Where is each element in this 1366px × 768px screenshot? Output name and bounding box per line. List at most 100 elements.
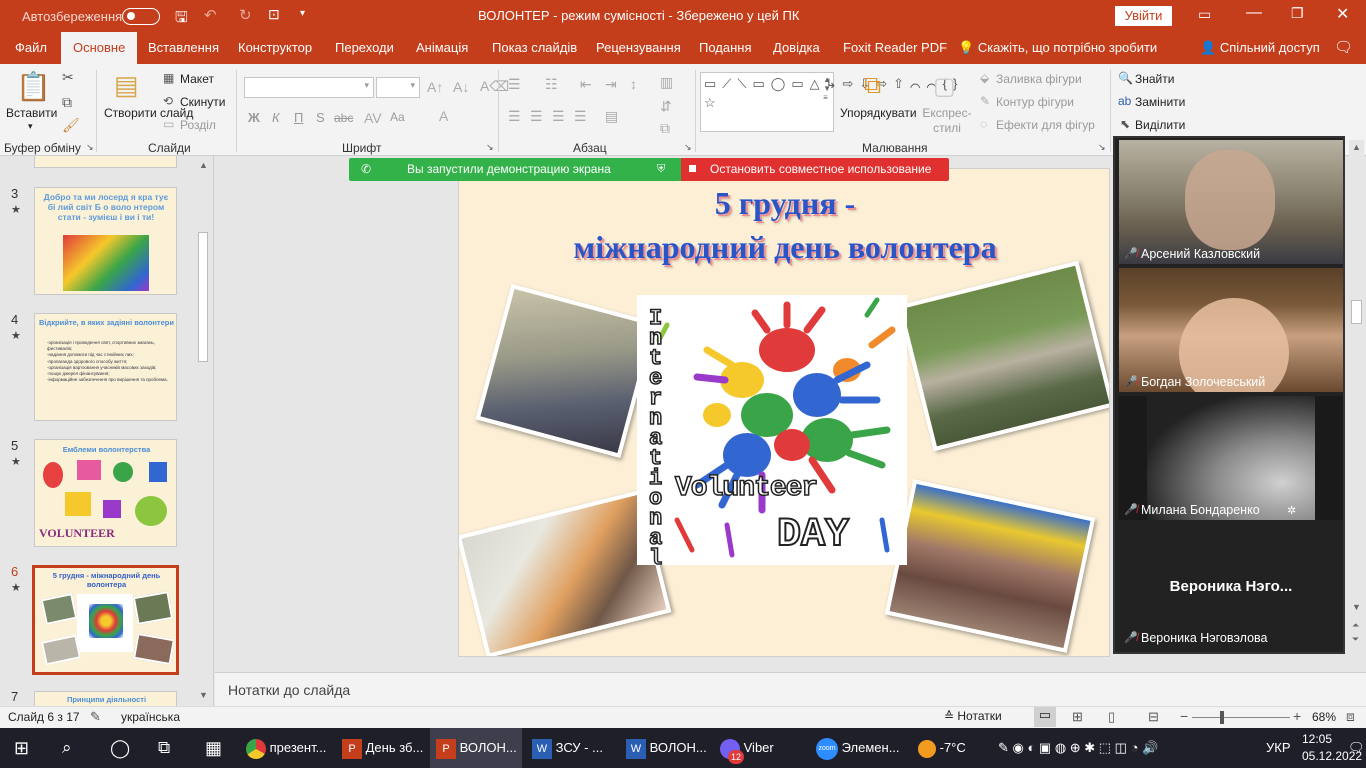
keyboard-language[interactable]: УКР: [1266, 728, 1291, 768]
tray-icons[interactable]: ✎ ◉ ◐ ▣ ◍ ⊕ ✱ ⬚ ◫ ◔ 🔊: [998, 728, 1158, 768]
thumbnail-slide-5[interactable]: Емблеми волонтерства VOLUNTEER: [34, 439, 177, 547]
font-size-select[interactable]: ▾: [376, 77, 420, 98]
minimize-button[interactable]: —: [1246, 4, 1262, 22]
numbering-icon[interactable]: ☷: [545, 76, 558, 93]
increase-indent-icon[interactable]: ⇥: [605, 76, 617, 93]
thumbnail-slide-6-selected[interactable]: 5 грудня - міжнародний день волонтера: [32, 565, 179, 675]
tab-foxit[interactable]: Foxit Reader PDF: [843, 32, 947, 64]
undo-icon[interactable]: ↶: [204, 6, 217, 24]
scrollbar-thumb[interactable]: [198, 232, 208, 362]
layout-button[interactable]: Макет: [180, 72, 214, 86]
present-icon[interactable]: ⊡: [268, 6, 280, 23]
current-slide[interactable]: 5 грудня - міжнародний день волонтера In…: [458, 168, 1110, 657]
font-color-icon[interactable]: A: [439, 108, 448, 124]
tab-help[interactable]: Довідка: [773, 32, 820, 64]
cortana-icon[interactable]: ◯: [110, 728, 130, 768]
bullets-icon[interactable]: ☰: [508, 76, 521, 93]
clock-time[interactable]: 12:05: [1302, 732, 1332, 746]
next-slide-icon[interactable]: ⏷: [1352, 634, 1359, 645]
calculator-icon[interactable]: ▦: [205, 728, 222, 768]
close-button[interactable]: ✕: [1336, 4, 1349, 24]
tab-home[interactable]: Основне: [61, 32, 138, 64]
notes-toggle-button[interactable]: ≙ Нотатки: [944, 709, 1002, 723]
maximize-button[interactable]: ❐: [1291, 5, 1304, 22]
align-left-icon[interactable]: ☰: [508, 108, 521, 125]
text-direction-icon[interactable]: ⇵: [660, 98, 672, 115]
change-case-button[interactable]: Aa: [390, 110, 405, 124]
tab-review[interactable]: Рецензування: [596, 32, 681, 64]
notifications-icon[interactable]: 🗨: [1348, 728, 1365, 768]
section-button[interactable]: Розділ: [180, 118, 216, 132]
zoom-out-button[interactable]: −: [1180, 708, 1188, 724]
find-button[interactable]: Знайти: [1135, 72, 1174, 86]
tab-transitions[interactable]: Переходи: [335, 32, 394, 64]
arrange-icon[interactable]: ⧉: [864, 72, 881, 100]
distribute-icon[interactable]: ▤: [605, 108, 618, 125]
shape-effects-button[interactable]: Ефекти для фігур: [996, 118, 1095, 132]
underline-button[interactable]: П: [294, 110, 303, 125]
line-spacing-icon[interactable]: ↕: [630, 76, 637, 92]
scrollbar-thumb[interactable]: [1351, 300, 1362, 324]
paste-button[interactable]: Вставити: [6, 106, 57, 120]
participant-video-tile[interactable]: 🎤̸ Милана Бондаренко ✲: [1119, 396, 1343, 520]
tab-animations[interactable]: Анімація: [416, 32, 468, 64]
sign-in-button[interactable]: Увійти: [1115, 6, 1172, 26]
smartart-icon[interactable]: ⧉: [660, 120, 670, 137]
taskbar-zoom[interactable]: zoom Элемен...: [812, 728, 904, 768]
scroll-up-icon[interactable]: ▲: [1352, 142, 1361, 152]
select-button[interactable]: Виділити: [1135, 118, 1185, 132]
task-view-icon[interactable]: ⧉: [158, 728, 170, 768]
tab-insert[interactable]: Вставлення: [148, 32, 219, 64]
copy-icon[interactable]: ⧉: [62, 94, 72, 111]
customize-toolbar-icon[interactable]: ▾: [300, 8, 305, 19]
align-center-icon[interactable]: ☰: [530, 108, 543, 125]
participant-video-tile[interactable]: 🎤̸ Арсений Казловский: [1119, 140, 1343, 264]
bold-button[interactable]: Ж: [248, 110, 260, 125]
new-slide-icon[interactable]: ▤: [114, 70, 139, 101]
taskbar-word-1[interactable]: W ЗСУ - ...: [526, 728, 616, 768]
tab-slideshow[interactable]: Показ слайдів: [492, 32, 577, 64]
paragraph-launcher-icon[interactable]: ↘: [684, 142, 692, 153]
shape-outline-button[interactable]: Контур фігури: [996, 95, 1074, 109]
paste-icon[interactable]: 📋: [16, 70, 51, 103]
save-icon[interactable]: 🖫: [175, 7, 188, 32]
ribbon-display-icon[interactable]: ▭: [1198, 6, 1211, 23]
font-launcher-icon[interactable]: ↘: [486, 142, 494, 153]
taskbar-powerpoint-1[interactable]: P День зб...: [336, 728, 426, 768]
tell-me-search[interactable]: 💡 Скажіть, що потрібно зробити: [958, 32, 1157, 64]
replace-button[interactable]: Замінити: [1135, 95, 1185, 109]
drawing-launcher-icon[interactable]: ↘: [1098, 142, 1106, 153]
taskbar-word-2[interactable]: W ВОЛОН...: [620, 728, 710, 768]
grow-font-icon[interactable]: A↑: [427, 79, 443, 95]
zoom-level[interactable]: 68%: [1312, 710, 1336, 724]
reading-view-icon[interactable]: ▯: [1108, 709, 1115, 725]
strikethrough-button[interactable]: abc: [334, 111, 353, 125]
scroll-up-icon[interactable]: ▲: [199, 160, 208, 170]
taskbar-chrome[interactable]: презент...: [240, 728, 330, 768]
share-button[interactable]: 👤 Спільний доступ: [1200, 32, 1320, 64]
participant-video-tile[interactable]: Вероника Нэго... 🎤̸ Вероника Нэговэлова: [1119, 524, 1343, 648]
slide-sorter-icon[interactable]: ⊞: [1072, 709, 1083, 725]
participant-video-tile[interactable]: 🎤̸ Богдан Золочевський: [1119, 268, 1343, 392]
taskbar-powerpoint-active[interactable]: P ВОЛОН...: [430, 728, 522, 768]
tab-design[interactable]: Конструктор: [238, 32, 312, 64]
align-right-icon[interactable]: ☰: [552, 108, 565, 125]
windows-start-icon[interactable]: ⊞: [14, 728, 29, 768]
shapes-gallery[interactable]: ▭⟋⟍▭◯▭△↳⇨⇩⇨⇧⌒⌒{}☆ ▲ ▼ ≡: [700, 72, 957, 132]
clipboard-launcher-icon[interactable]: ↘: [86, 142, 94, 153]
arrange-button[interactable]: Упорядкувати: [840, 106, 917, 120]
clear-format-icon[interactable]: A⌫: [480, 78, 509, 95]
thumbnail-slide-2[interactable]: [34, 156, 177, 168]
scroll-down-icon[interactable]: ▼: [199, 690, 208, 700]
comments-icon[interactable]: 🗨: [1334, 32, 1353, 64]
justify-icon[interactable]: ☰: [574, 108, 587, 125]
tab-file[interactable]: Файл: [15, 32, 47, 64]
quick-styles-button[interactable]: Експрес-стилі: [922, 106, 972, 136]
weather-widget[interactable]: -7°C: [918, 728, 966, 768]
normal-view-icon[interactable]: ▭: [1034, 707, 1056, 727]
stop-sharing-button[interactable]: Остановить совместное использование: [681, 158, 949, 181]
previous-slide-icon[interactable]: ⏶: [1352, 620, 1359, 631]
shadow-button[interactable]: S: [316, 110, 325, 125]
notes-pane[interactable]: Нотатки до слайда: [215, 672, 1366, 706]
scroll-down-icon[interactable]: ▼: [1352, 602, 1361, 612]
